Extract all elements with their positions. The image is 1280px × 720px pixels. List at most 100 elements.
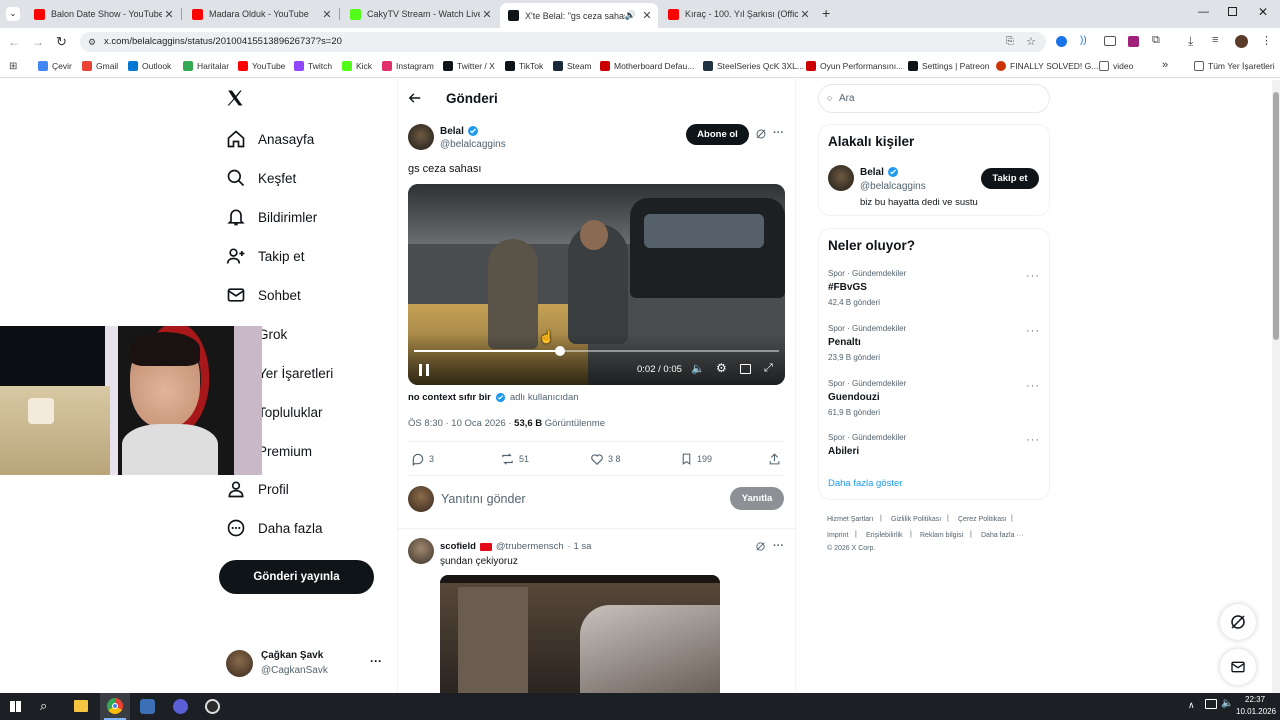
trend-item[interactable]: Spor · Gündemdekiler #FBvGS 42,4 B gönde… bbox=[828, 269, 906, 307]
bookmark-item[interactable]: Instagram bbox=[382, 61, 434, 71]
menu-dots-icon[interactable]: ⋮ bbox=[1261, 34, 1272, 47]
extension-icon[interactable] bbox=[1056, 36, 1067, 47]
sidebar-item-profile[interactable]: Profil bbox=[226, 479, 289, 499]
audio-playing-icon[interactable]: 🔊 bbox=[625, 10, 636, 21]
search-icon[interactable]: ⌕ bbox=[40, 698, 47, 714]
video-player[interactable]: 0:02 / 0:05 🔈 ⚙ ⤢ bbox=[408, 184, 785, 385]
reply-time[interactable]: · 1 sa bbox=[568, 541, 592, 552]
reply-media[interactable] bbox=[440, 575, 720, 693]
fullscreen-icon[interactable]: ⤢ bbox=[764, 362, 773, 375]
bookmark-item[interactable]: Gmail bbox=[82, 61, 118, 71]
bookmarks-more-button[interactable]: » bbox=[1162, 59, 1168, 71]
post-more-icon[interactable]: ··· bbox=[773, 127, 784, 139]
share-action[interactable] bbox=[768, 452, 785, 466]
star-bookmark-icon[interactable]: ☆ bbox=[1026, 32, 1036, 52]
reply-author[interactable]: scofield @trubermensch · 1 sa bbox=[440, 541, 591, 552]
address-bar[interactable]: ⚙ x.com/belalcaggins/status/201004155138… bbox=[80, 32, 1046, 52]
puzzle-icon[interactable]: ⧉ bbox=[1152, 34, 1160, 47]
post-timestamp[interactable]: ÖS 8:30 · 10 Oca 2026 · bbox=[408, 418, 514, 429]
footer-link[interactable]: Hizmet Şartları bbox=[827, 516, 873, 523]
avatar[interactable] bbox=[828, 165, 854, 191]
account-switcher[interactable]: Çağkan Şavk @CagkanSavk ··· bbox=[226, 648, 386, 680]
tab-list-dropdown[interactable]: ⌄ bbox=[6, 7, 20, 21]
bookmark-item[interactable]: Steam bbox=[553, 61, 592, 71]
show-more-link[interactable]: Daha fazla göster bbox=[828, 478, 902, 489]
video-progress-track[interactable] bbox=[414, 346, 779, 356]
reply-more-icon[interactable]: ··· bbox=[773, 540, 784, 552]
footer-more-link[interactable]: Daha fazla ··· bbox=[981, 532, 1023, 539]
sidebar-item-explore[interactable]: Keşfet bbox=[226, 168, 296, 188]
footer-link[interactable]: Erişilebilirlik bbox=[866, 532, 903, 539]
scrollbar-thumb[interactable] bbox=[1273, 92, 1279, 340]
media-control-icon[interactable]: ≡ bbox=[1212, 34, 1218, 46]
footer-link[interactable]: Reklam bilgisi bbox=[920, 532, 963, 539]
profile-avatar-icon[interactable] bbox=[1235, 35, 1248, 48]
like-action[interactable]: 3 8 bbox=[590, 452, 621, 466]
volume-icon[interactable]: 🔈 bbox=[1221, 698, 1233, 709]
x-logo-icon[interactable] bbox=[226, 89, 244, 107]
reply-input[interactable]: Yanıtını gönder bbox=[441, 492, 711, 506]
bookmark-item[interactable]: Motherboard Defau... bbox=[600, 61, 694, 71]
footer-link[interactable]: Imprint bbox=[827, 532, 848, 539]
settings-gear-icon[interactable]: ⚙ bbox=[716, 361, 727, 375]
bookmark-item[interactable]: Twitch bbox=[294, 61, 332, 71]
grok-fab[interactable] bbox=[1220, 604, 1256, 640]
bookmark-item[interactable]: Twitter / X bbox=[443, 61, 495, 71]
app-icon[interactable] bbox=[140, 699, 155, 714]
author-handle[interactable]: @belalcaggins bbox=[440, 139, 506, 150]
app-icon[interactable] bbox=[173, 699, 188, 714]
clock-date[interactable]: 10.01.2026 bbox=[1236, 707, 1276, 716]
trend-more-icon[interactable]: ··· bbox=[1026, 380, 1040, 392]
video-source[interactable]: no context sıfır bir adlı kullanıcıdan bbox=[408, 392, 579, 403]
footer-link[interactable]: Çerez Politikası bbox=[958, 516, 1007, 523]
scrollbar[interactable] bbox=[1272, 80, 1280, 693]
bookmark-item[interactable]: Settings | Patreon bbox=[908, 61, 989, 71]
bookmark-item[interactable]: Outlook bbox=[128, 61, 171, 71]
pause-icon[interactable] bbox=[419, 364, 429, 376]
reload-icon[interactable]: ↻ bbox=[56, 34, 67, 50]
bookmark-item[interactable]: Haritalar bbox=[183, 61, 229, 71]
bookmark-item[interactable]: Oyun Performansını... bbox=[806, 61, 903, 71]
bookmark-item[interactable]: YouTube bbox=[238, 61, 285, 71]
sidebar-item-chat[interactable]: Sohbet bbox=[226, 285, 301, 305]
file-explorer-icon[interactable] bbox=[74, 700, 88, 712]
trend-item[interactable]: Spor · Gündemdekiler Penaltı 23,9 B gönd… bbox=[828, 324, 906, 362]
sidebar-item-more[interactable]: Daha fazla bbox=[226, 518, 323, 538]
close-tab-icon[interactable]: ✕ bbox=[162, 8, 176, 21]
close-window-button[interactable]: ✕ bbox=[1258, 5, 1268, 19]
install-app-icon[interactable]: ⎘ bbox=[1006, 32, 1014, 52]
trend-more-icon[interactable]: ··· bbox=[1026, 270, 1040, 282]
browser-tab[interactable]: Madara Olduk - YouTube ✕ bbox=[184, 3, 338, 25]
pip-icon[interactable] bbox=[740, 364, 751, 374]
subscribe-button[interactable]: Abone ol bbox=[686, 124, 749, 145]
extension-icon[interactable] bbox=[1104, 36, 1116, 46]
bookmark-folder[interactable]: video bbox=[1099, 61, 1133, 71]
minimize-button[interactable]: — bbox=[1198, 6, 1209, 18]
browser-tab[interactable]: Kıraç - 100. Yıl Şarkısı (Official V ✕ bbox=[660, 3, 816, 25]
author-name[interactable]: Belal bbox=[440, 125, 479, 137]
back-arrow-icon[interactable] bbox=[408, 91, 422, 105]
bookmark-item[interactable]: Çevir bbox=[38, 61, 72, 71]
new-tab-button[interactable]: + bbox=[822, 5, 830, 21]
footer-link[interactable]: Gizlilik Politikası bbox=[891, 516, 941, 523]
video-progress-knob[interactable] bbox=[555, 346, 565, 356]
clock-time[interactable]: 22:37 bbox=[1245, 695, 1265, 704]
trend-more-icon[interactable]: ··· bbox=[1026, 434, 1040, 446]
sidebar-item-notifications[interactable]: Bildirimler bbox=[226, 207, 317, 227]
follow-button[interactable]: Takip et bbox=[981, 168, 1039, 189]
bookmark-item[interactable]: TikTok bbox=[505, 61, 543, 71]
browser-tab[interactable]: Balon Date Show - YouTube ✕ bbox=[26, 3, 180, 25]
trend-item[interactable]: Spor · Gündemdekiler Guendouzi 61,9 B gö… bbox=[828, 379, 906, 417]
reply-action[interactable]: 3 bbox=[411, 452, 434, 466]
browser-tab-active[interactable]: X'te Belal: "gs ceza sahası" # 🔊 ✕ bbox=[500, 3, 658, 28]
chrome-icon[interactable] bbox=[100, 693, 130, 720]
search-input[interactable]: ○ Ara bbox=[818, 84, 1050, 113]
grok-explain-icon[interactable] bbox=[755, 128, 767, 140]
back-arrow-icon[interactable]: ← bbox=[8, 35, 20, 49]
reply-submit-button[interactable]: Yanıtla bbox=[730, 487, 784, 510]
sidebar-item-follow[interactable]: Takip et bbox=[226, 246, 305, 266]
person-name[interactable]: Belal bbox=[860, 166, 899, 178]
bookmark-item[interactable]: SteelSeries QcK 3XL... bbox=[703, 61, 804, 71]
bookmark-item[interactable]: FINALLY SOLVED! G... bbox=[996, 61, 1098, 71]
site-info-icon[interactable]: ⚙ bbox=[88, 32, 96, 52]
